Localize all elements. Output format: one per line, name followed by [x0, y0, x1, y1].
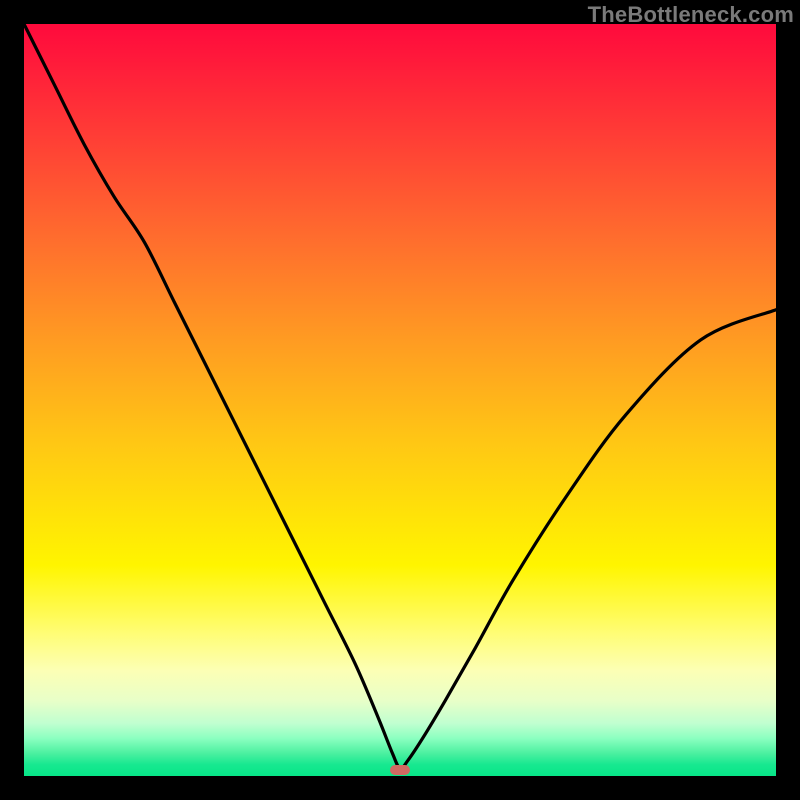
- bottleneck-curve: [24, 24, 776, 776]
- plot-area: [24, 24, 776, 776]
- watermark-text: TheBottleneck.com: [588, 2, 794, 28]
- minimum-marker: [390, 765, 410, 775]
- chart-container: TheBottleneck.com: [0, 0, 800, 800]
